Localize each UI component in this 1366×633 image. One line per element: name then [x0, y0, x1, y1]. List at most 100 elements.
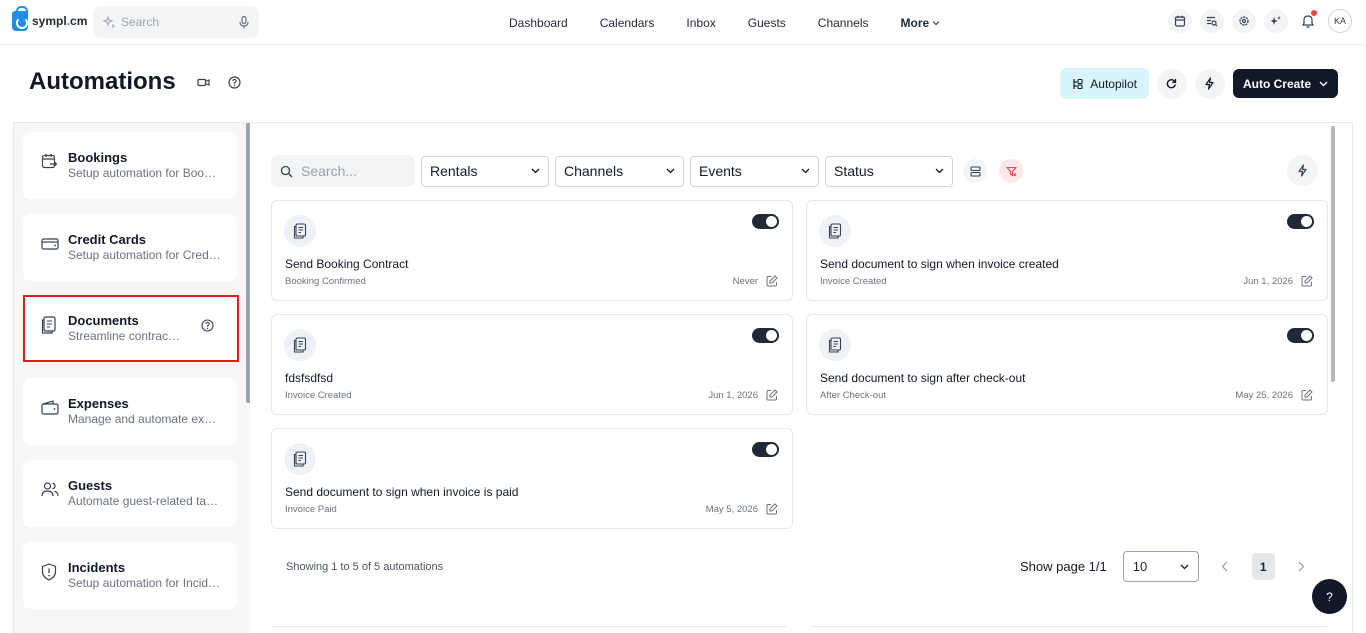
card-edge	[271, 626, 786, 627]
chevron-down-icon	[801, 168, 810, 174]
sidebar-item-title: Documents	[68, 313, 139, 328]
clear-filters-button[interactable]	[999, 159, 1023, 183]
select-value: Status	[834, 163, 874, 179]
sidebar-scrollbar[interactable]	[246, 123, 250, 403]
automation-card[interactable]: Send document to sign when invoice creat…	[806, 200, 1328, 301]
prev-page-button[interactable]	[1213, 555, 1237, 579]
chevron-down-icon	[932, 20, 940, 25]
nav-channels[interactable]: Channels	[818, 16, 869, 30]
avatar[interactable]: KA	[1328, 9, 1352, 33]
automation-card[interactable]: Send document to sign when invoice is pa…	[271, 428, 793, 529]
filter-bar: Search... Rentals Channels Events Status	[271, 155, 1023, 187]
help-button[interactable]: ?	[1312, 579, 1347, 614]
status-select[interactable]: Status	[825, 155, 953, 187]
sidebar-item-desc: Streamline contracts and documents	[68, 329, 182, 343]
run-all-button[interactable]	[1287, 155, 1318, 186]
top-navbar: sympl.cm Search Dashboard Calendars Inbo…	[0, 0, 1366, 45]
brand-logo[interactable]: sympl.cm	[12, 6, 87, 31]
autopilot-label: Autopilot	[1090, 76, 1137, 91]
help-circle-icon[interactable]	[201, 319, 214, 332]
card-title: Send Booking Contract	[285, 257, 409, 271]
per-page-select[interactable]: 10	[1122, 551, 1199, 582]
sidebar-item-documents[interactable]: Documents Streamline contracts and docum…	[23, 295, 239, 362]
automation-card[interactable]: Send document to sign after check-out Af…	[806, 314, 1328, 415]
card-trigger: Booking Confirmed	[285, 276, 366, 287]
edit-icon[interactable]	[766, 275, 778, 287]
rentals-select[interactable]: Rentals	[421, 155, 549, 187]
notification-dot	[1311, 10, 1317, 16]
enabled-toggle[interactable]	[1287, 214, 1314, 229]
ai-button[interactable]	[1264, 9, 1288, 33]
edit-icon[interactable]	[1301, 389, 1313, 401]
chevron-down-icon	[666, 168, 675, 174]
page-1-button[interactable]: 1	[1251, 553, 1275, 580]
card-title: Send document to sign when invoice is pa…	[285, 485, 519, 499]
enabled-toggle[interactable]	[1287, 328, 1314, 343]
edit-icon[interactable]	[766, 503, 778, 515]
sidebar-item-desc: Setup automation for Incidents	[68, 576, 222, 590]
enabled-toggle[interactable]	[752, 214, 779, 229]
sidebar-item-credit-cards[interactable]: Credit Cards Setup automation for Credit…	[23, 214, 237, 281]
card-date: Never	[732, 276, 758, 287]
sidebar-item-guests[interactable]: Guests Automate guest-related tasks	[23, 460, 237, 527]
select-value: Rentals	[430, 163, 478, 179]
card-edge	[812, 626, 1327, 627]
search-list-button[interactable]	[1200, 9, 1224, 33]
sidebar-item-incidents[interactable]: Incidents Setup automation for Incidents	[23, 542, 237, 609]
automations-panel: Bookings Setup automation for Bookings C…	[13, 122, 1353, 633]
card-trigger: Invoice Created	[820, 276, 887, 287]
card-date: May 5, 2026	[705, 504, 758, 515]
document-icon	[284, 215, 316, 247]
list-search-icon	[1207, 16, 1218, 27]
sidebar-item-expenses[interactable]: Expenses Manage and automate expenses	[23, 378, 237, 445]
document-icon	[819, 215, 851, 247]
nav-inbox[interactable]: Inbox	[686, 16, 715, 30]
group-view-button[interactable]	[963, 159, 987, 183]
refresh-button[interactable]	[1156, 68, 1187, 99]
settings-button[interactable]	[1232, 9, 1256, 33]
top-icon-group: KA	[1168, 9, 1352, 33]
sidebar-item-title: Credit Cards	[68, 232, 147, 247]
sidebar-item-title: Expenses	[68, 396, 129, 411]
nav-dashboard[interactable]: Dashboard	[509, 16, 568, 30]
title-icon-group	[197, 76, 241, 89]
automation-card[interactable]: fdsfsdfsd Invoice Created Jun 1, 2026	[271, 314, 793, 415]
nav-calendars[interactable]: Calendars	[600, 16, 655, 30]
events-select[interactable]: Events	[690, 155, 819, 187]
nav-more[interactable]: More	[901, 16, 941, 30]
autopilot-button[interactable]: Autopilot	[1060, 68, 1149, 99]
global-search-input[interactable]: Search	[93, 6, 259, 38]
card-date: Jun 1, 2026	[708, 390, 758, 401]
sidebar-item-bookings[interactable]: Bookings Setup automation for Bookings	[23, 132, 237, 199]
main-nav: Dashboard Calendars Inbox Guests Channel…	[509, 0, 940, 45]
calendar-sync-button[interactable]	[1168, 9, 1192, 33]
automation-card[interactable]: Send Booking Contract Booking Confirmed …	[271, 200, 793, 301]
nav-guests[interactable]: Guests	[748, 16, 786, 30]
chevron-down-icon	[935, 168, 944, 174]
automations-list: Search... Rentals Channels Events Status…	[251, 123, 1352, 633]
category-sidebar: Bookings Setup automation for Bookings C…	[14, 123, 250, 633]
page-title: Automations	[29, 68, 176, 95]
microphone-icon[interactable]	[239, 15, 249, 29]
sparkle-icon	[1270, 16, 1281, 25]
document-icon	[284, 329, 316, 361]
help-circle-icon[interactable]	[228, 76, 241, 89]
card-title: fdsfsdfsd	[285, 371, 334, 385]
automation-search-input[interactable]: Search...	[271, 155, 415, 187]
results-summary: Showing 1 to 5 of 5 automations	[286, 561, 444, 573]
quick-run-button[interactable]	[1194, 68, 1225, 99]
enabled-toggle[interactable]	[752, 442, 779, 457]
channels-select[interactable]: Channels	[555, 155, 684, 187]
edit-icon[interactable]	[1301, 275, 1313, 287]
main-scrollbar[interactable]	[1331, 126, 1335, 382]
wallet-icon	[41, 400, 59, 415]
chevron-left-icon	[1221, 561, 1228, 572]
card-date: Jun 1, 2026	[1243, 276, 1293, 287]
auto-create-label: Auto Create	[1242, 76, 1311, 91]
notifications-button[interactable]	[1296, 9, 1320, 33]
video-icon[interactable]	[197, 76, 210, 89]
next-page-button[interactable]	[1290, 555, 1314, 579]
enabled-toggle[interactable]	[752, 328, 779, 343]
auto-create-button[interactable]: Auto Create	[1232, 69, 1338, 98]
edit-icon[interactable]	[766, 389, 778, 401]
